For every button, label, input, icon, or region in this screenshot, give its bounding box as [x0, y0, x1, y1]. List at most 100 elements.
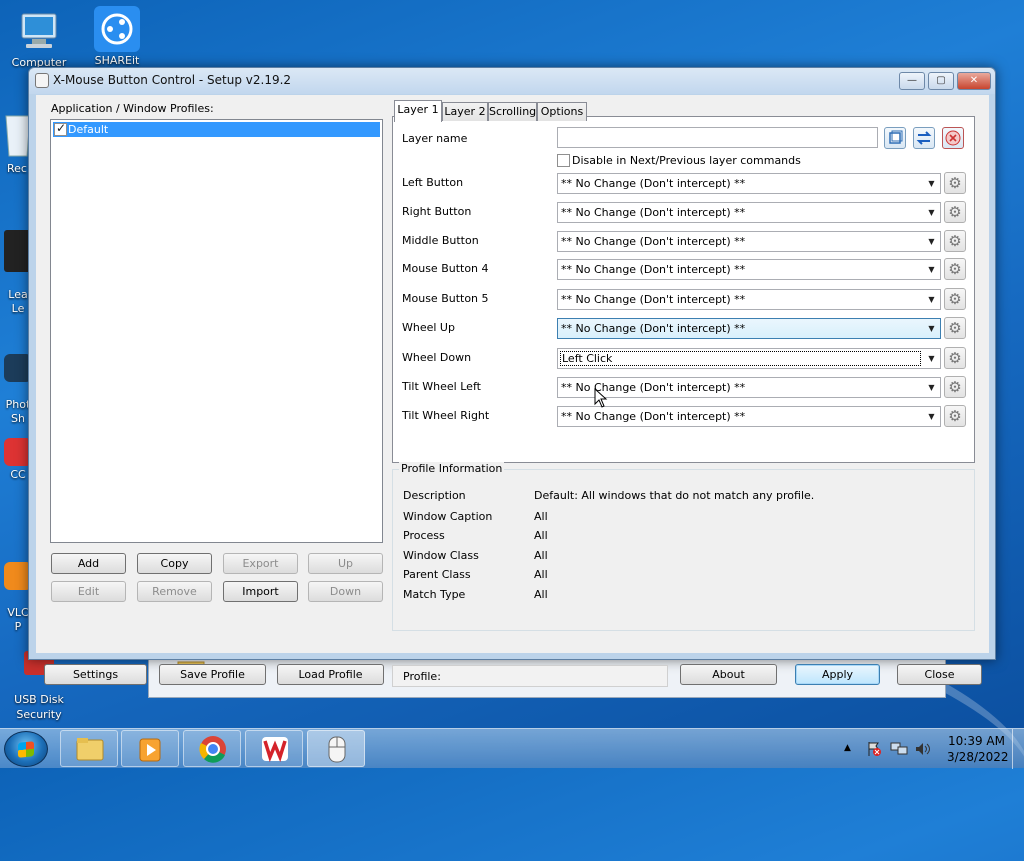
window-client: Application / Window Profiles: Default A…: [36, 95, 989, 687]
maximize-button[interactable]: ▢: [928, 72, 954, 90]
apply-button[interactable]: Apply: [795, 664, 880, 685]
select-value: ** No Change (Don't intercept) **: [561, 206, 746, 219]
show-desktop-button[interactable]: [1012, 729, 1024, 769]
layer-name-input[interactable]: [557, 127, 878, 148]
right-button-settings-gear[interactable]: ⚙: [944, 201, 966, 223]
profiles-heading: Application / Window Profiles:: [51, 102, 214, 115]
action-center-flag-icon[interactable]: [866, 741, 882, 757]
wps-icon: [262, 737, 288, 763]
profile-status-field: Profile:: [392, 665, 668, 687]
left-button-settings-gear[interactable]: ⚙: [944, 172, 966, 194]
volume-icon[interactable]: [914, 741, 932, 757]
profiles-list[interactable]: Default: [50, 119, 383, 543]
layer-tab-panel: Layer name Disable in Next/Previous laye…: [392, 116, 975, 463]
taskbar-wps[interactable]: [245, 730, 303, 767]
import-button[interactable]: Import: [223, 581, 298, 602]
mouse-button-4-action-select[interactable]: ** No Change (Don't intercept) ** ▼: [557, 259, 941, 280]
profile-item-default[interactable]: Default: [53, 121, 380, 137]
right-button-action-select[interactable]: ** No Change (Don't intercept) ** ▼: [557, 202, 941, 223]
mouse-button-4-settings-gear[interactable]: ⚙: [944, 258, 966, 280]
close-button[interactable]: Close: [897, 664, 982, 685]
dropdown-arrow-icon: ▼: [928, 208, 935, 217]
tab-layer-1[interactable]: Layer 1: [394, 100, 442, 122]
wheel-down-action-select[interactable]: Left Click ▼: [557, 348, 941, 369]
wheel-down-settings-gear[interactable]: ⚙: [944, 347, 966, 369]
dropdown-arrow-icon: ▼: [928, 237, 935, 246]
show-hidden-icons-button[interactable]: ▲: [844, 743, 851, 753]
mouse-app-icon: [328, 736, 346, 763]
load-profile-button[interactable]: Load Profile: [277, 664, 384, 685]
tab-options[interactable]: Options: [537, 102, 587, 121]
left-button-label: Left Button: [402, 176, 464, 189]
mouse-button-4-label: Mouse Button 4: [402, 262, 489, 275]
desktop-icon-label: Lea Le: [8, 288, 28, 315]
title-bar[interactable]: X-Mouse Button Control - Setup v2.19.2 —…: [29, 68, 995, 94]
right-button-label: Right Button: [402, 205, 472, 218]
minimize-button[interactable]: —: [899, 72, 925, 90]
disable-layer-label: Disable in Next/Previous layer commands: [572, 154, 801, 167]
desktop-icon-computer[interactable]: Computer: [4, 8, 74, 69]
description-label: Description: [403, 489, 466, 502]
tab-layer-2[interactable]: Layer 2: [442, 102, 488, 121]
tilt-wheel-left-settings-gear[interactable]: ⚙: [944, 376, 966, 398]
taskbar-media-player[interactable]: [121, 730, 179, 767]
select-value: ** No Change (Don't intercept) **: [561, 235, 746, 248]
edit-button[interactable]: Edit: [51, 581, 126, 602]
tab-scrolling[interactable]: Scrolling: [488, 102, 537, 121]
wheel-up-label: Wheel Up: [402, 321, 455, 334]
close-window-button[interactable]: ✕: [957, 72, 991, 90]
copy-button[interactable]: Copy: [137, 553, 212, 574]
tilt-wheel-right-settings-gear[interactable]: ⚙: [944, 405, 966, 427]
taskbar-explorer[interactable]: [60, 730, 118, 767]
clear-x-icon: [945, 130, 961, 146]
about-button[interactable]: About: [680, 664, 777, 685]
process-label: Process: [403, 529, 445, 542]
disable-layer-checkbox[interactable]: [557, 154, 570, 167]
mouse-button-5-action-select[interactable]: ** No Change (Don't intercept) ** ▼: [557, 289, 941, 310]
export-button[interactable]: Export: [223, 553, 298, 574]
window-class-label: Window Class: [403, 549, 479, 562]
select-value: ** No Change (Don't intercept) **: [561, 381, 746, 394]
taskbar-chrome[interactable]: [183, 730, 241, 767]
window-caption-label: Window Caption: [403, 510, 493, 523]
tilt-wheel-left-label: Tilt Wheel Left: [402, 380, 481, 393]
chrome-icon: [199, 736, 226, 763]
wheel-up-action-select[interactable]: ** No Change (Don't intercept) ** ▼: [557, 318, 941, 339]
mouse-button-5-label: Mouse Button 5: [402, 292, 489, 305]
middle-button-settings-gear[interactable]: ⚙: [944, 230, 966, 252]
folder-icon: [76, 738, 104, 761]
add-button[interactable]: Add: [51, 553, 126, 574]
window-caption-value: All: [534, 510, 548, 523]
profile-enabled-checkbox[interactable]: [54, 121, 67, 136]
taskbar-xmouse[interactable]: [307, 730, 365, 767]
left-button-action-select[interactable]: ** No Change (Don't intercept) ** ▼: [557, 173, 941, 194]
select-value: ** No Change (Don't intercept) **: [561, 410, 746, 423]
copy-layer-button[interactable]: [884, 127, 906, 149]
middle-button-action-select[interactable]: ** No Change (Don't intercept) ** ▼: [557, 231, 941, 252]
save-profile-button[interactable]: Save Profile: [159, 664, 266, 685]
clock-date[interactable]: 3/28/2022: [947, 750, 1009, 764]
desktop-icon-shareit[interactable]: SHAREit: [82, 6, 152, 67]
start-button[interactable]: [4, 731, 48, 767]
wheel-up-settings-gear[interactable]: ⚙: [944, 317, 966, 339]
mouse-app-icon: [35, 73, 49, 88]
select-value: ** No Change (Don't intercept) **: [561, 293, 746, 306]
settings-button[interactable]: Settings: [44, 664, 147, 685]
mouse-button-5-settings-gear[interactable]: ⚙: [944, 288, 966, 310]
swap-layer-button[interactable]: [913, 127, 935, 149]
tilt-wheel-left-action-select[interactable]: ** No Change (Don't intercept) ** ▼: [557, 377, 941, 398]
parent-class-label: Parent Class: [403, 568, 471, 581]
window-class-value: All: [534, 549, 548, 562]
match-type-value: All: [534, 588, 548, 601]
process-value: All: [534, 529, 548, 542]
clear-layer-button[interactable]: [942, 127, 964, 149]
description-value: Default: All windows that do not match a…: [534, 489, 815, 502]
remove-button[interactable]: Remove: [137, 581, 212, 602]
network-icon[interactable]: [890, 741, 908, 757]
clock-time[interactable]: 10:39 AM: [948, 734, 1005, 748]
down-button[interactable]: Down: [308, 581, 383, 602]
tilt-wheel-right-action-select[interactable]: ** No Change (Don't intercept) ** ▼: [557, 406, 941, 427]
select-value: ** No Change (Don't intercept) **: [561, 322, 746, 335]
desktop-icon-label: VLC P: [7, 606, 29, 633]
up-button[interactable]: Up: [308, 553, 383, 574]
